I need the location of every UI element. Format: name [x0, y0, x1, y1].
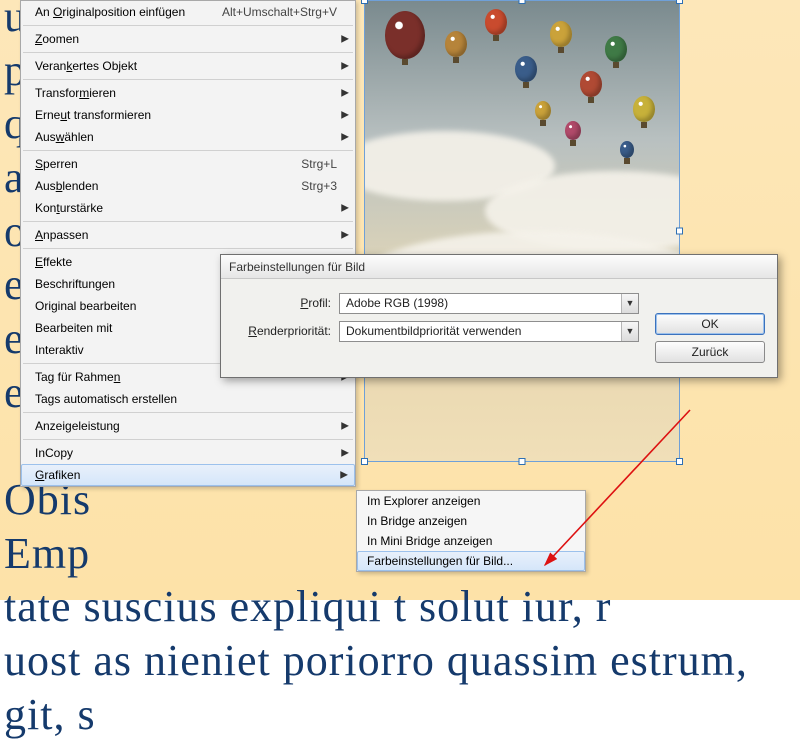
submenu-arrow-icon: ▶: [341, 34, 349, 45]
menu-item-label: Sperren: [35, 157, 289, 171]
menu-item-label: An Originalposition einfügen: [35, 5, 210, 19]
chevron-down-icon[interactable]: ▼: [621, 322, 638, 341]
menu-item-label: Auswählen: [35, 130, 337, 144]
menu-item[interactable]: Grafiken▶: [21, 464, 355, 486]
menu-item-label: Anzeigeleistung: [35, 419, 337, 433]
menu-item-label: Erneut transformieren: [35, 108, 337, 122]
menu-separator: [23, 221, 353, 222]
submenu-arrow-icon: ▶: [341, 230, 349, 241]
menu-item[interactable]: Anzeigeleistung ▶: [21, 415, 355, 437]
profile-value: Adobe RGB (1998): [346, 296, 448, 310]
menu-item-label: Transformieren: [35, 86, 337, 100]
menu-separator: [23, 412, 353, 413]
submenu-item-label: Im Explorer anzeigen: [367, 494, 480, 508]
render-label: Renderpriorität:: [233, 324, 339, 338]
menu-item[interactable]: SperrenStrg+L: [21, 153, 355, 175]
render-value: Dokumentbildpriorität verwenden: [346, 324, 521, 338]
submenu-arrow-icon: ▶: [341, 110, 349, 121]
menu-item-label: Konturstärke: [35, 201, 337, 215]
cancel-button[interactable]: Zurück: [655, 341, 765, 363]
dialog-title: Farbeinstellungen für Bild: [221, 255, 777, 279]
menu-separator: [23, 150, 353, 151]
grafiken-submenu[interactable]: Im Explorer anzeigen In Bridge anzeigen In…: [356, 490, 586, 572]
document-canvas: ut e pore quos am, i: [0, 0, 800, 600]
menu-item[interactable]: Anpassen ▶: [21, 224, 355, 246]
menu-item-label: Tags automatisch erstellen: [35, 392, 337, 406]
submenu-item[interactable]: Farbeinstellungen für Bild...: [357, 551, 585, 571]
farbeinstellungen-dialog[interactable]: Farbeinstellungen für Bild Profil: Adobe…: [220, 254, 778, 378]
menu-item[interactable]: AusblendenStrg+3: [21, 175, 355, 197]
menu-item[interactable]: Tags automatisch erstellen: [21, 388, 355, 410]
submenu-item[interactable]: In Bridge anzeigen: [357, 511, 585, 531]
submenu-arrow-icon: ▶: [341, 132, 349, 143]
submenu-item[interactable]: Im Explorer anzeigen: [357, 491, 585, 511]
menu-shortcut: Strg+3: [289, 179, 337, 193]
menu-item-label: Grafiken: [35, 468, 337, 482]
menu-separator: [23, 79, 353, 80]
chevron-down-icon[interactable]: ▼: [621, 294, 638, 313]
submenu-item-label: In Bridge anzeigen: [367, 514, 467, 528]
render-combobox[interactable]: Dokumentbildpriorität verwenden ▼: [339, 321, 639, 342]
submenu-item-label: Farbeinstellungen für Bild...: [367, 554, 513, 568]
menu-separator: [23, 248, 353, 249]
menu-item-label: Verankertes Objekt: [35, 59, 337, 73]
menu-item[interactable]: Transformieren ▶: [21, 82, 355, 104]
menu-separator: [23, 439, 353, 440]
menu-shortcut: Strg+L: [289, 157, 337, 171]
submenu-arrow-icon: ▶: [341, 61, 349, 72]
context-menu[interactable]: An Originalposition einfügenAlt+Umschalt…: [20, 0, 356, 487]
ok-button[interactable]: OK: [655, 313, 765, 335]
submenu-item[interactable]: In Mini Bridge anzeigen: [357, 531, 585, 551]
menu-item[interactable]: An Originalposition einfügenAlt+Umschalt…: [21, 1, 355, 23]
submenu-arrow-icon: ▶: [341, 203, 349, 214]
submenu-arrow-icon: ▶: [341, 88, 349, 99]
menu-item-label: InCopy: [35, 446, 337, 460]
submenu-arrow-icon: ▶: [340, 470, 348, 481]
menu-shortcut: Alt+Umschalt+Strg+V: [210, 5, 337, 19]
menu-separator: [23, 52, 353, 53]
profile-combobox[interactable]: Adobe RGB (1998) ▼: [339, 293, 639, 314]
profile-label: Profil:: [233, 296, 339, 310]
menu-item[interactable]: Zoomen ▶: [21, 28, 355, 50]
menu-item-label: Anpassen: [35, 228, 337, 242]
menu-item-label: Zoomen: [35, 32, 337, 46]
placed-image-frame[interactable]: [364, 0, 680, 462]
submenu-item-label: In Mini Bridge anzeigen: [367, 534, 492, 548]
menu-item[interactable]: Auswählen ▶: [21, 126, 355, 148]
menu-item[interactable]: InCopy ▶: [21, 442, 355, 464]
menu-item-label: Ausblenden: [35, 179, 289, 193]
menu-item[interactable]: Erneut transformieren ▶: [21, 104, 355, 126]
menu-item[interactable]: Konturstärke ▶: [21, 197, 355, 219]
placed-image: [365, 1, 679, 461]
submenu-arrow-icon: ▶: [341, 448, 349, 459]
menu-item[interactable]: Verankertes Objekt ▶: [21, 55, 355, 77]
submenu-arrow-icon: ▶: [341, 421, 349, 432]
menu-separator: [23, 25, 353, 26]
